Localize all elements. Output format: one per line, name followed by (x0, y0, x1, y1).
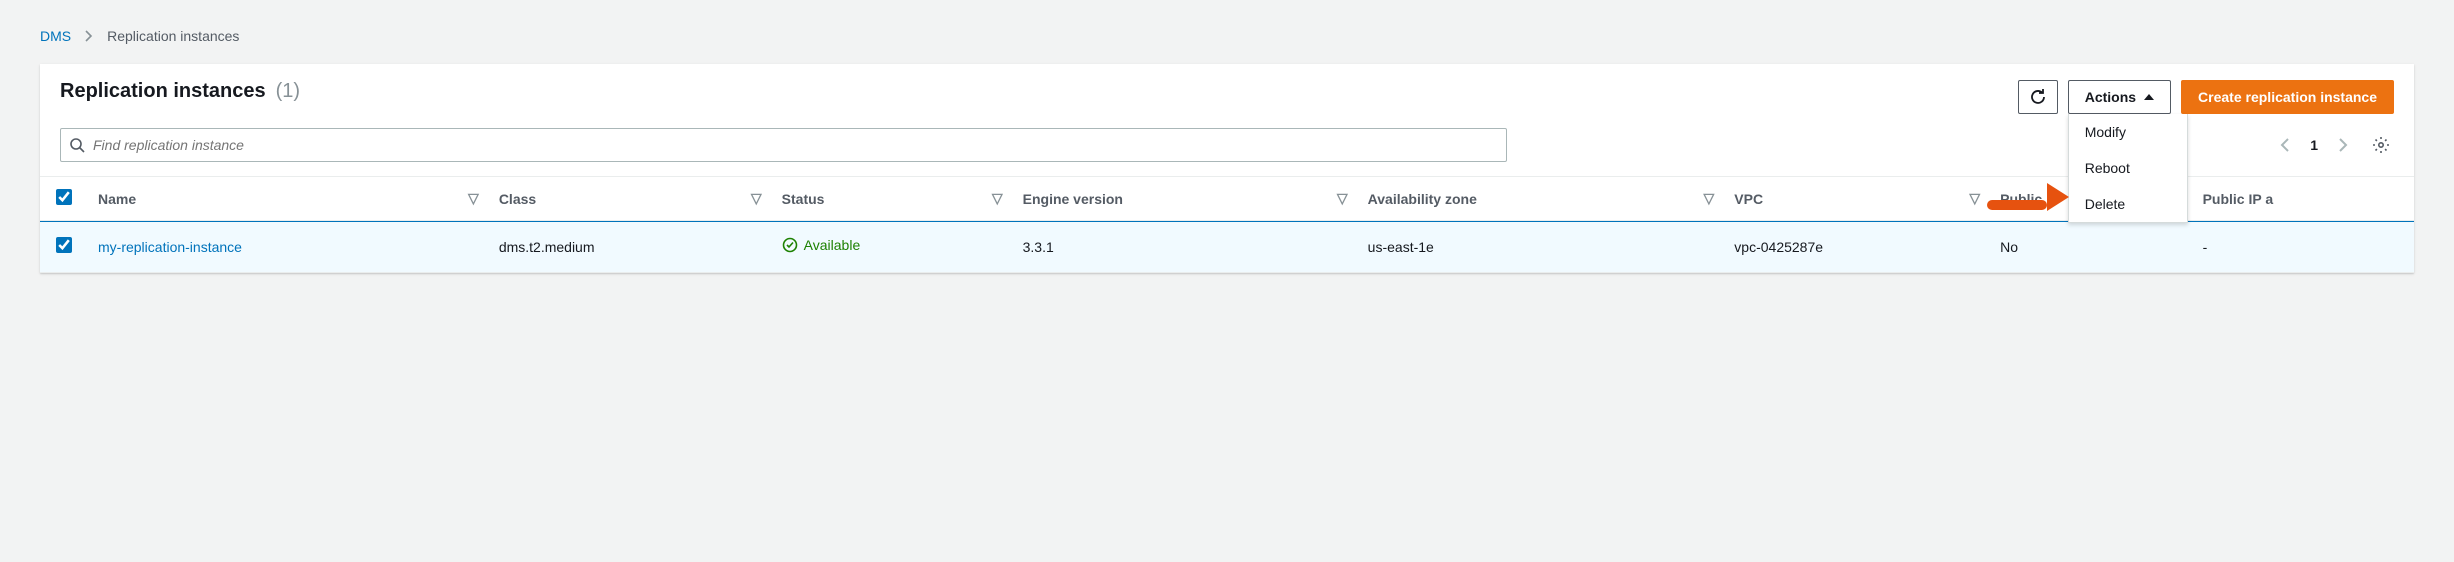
sort-icon: ▽ (992, 190, 1003, 207)
sort-icon: ▽ (1337, 190, 1348, 207)
settings-button[interactable] (2368, 132, 2394, 158)
instances-table: Name ▽ Class ▽ Status ▽ Engine version ▽ Ava… (40, 176, 2414, 273)
actions-label: Actions (2085, 89, 2136, 105)
next-page-button[interactable] (2334, 134, 2352, 156)
col-engine[interactable]: Engine version ▽ (1013, 177, 1358, 221)
status-text: Available (804, 237, 861, 253)
caret-up-icon (2144, 93, 2154, 101)
page-number: 1 (2310, 137, 2318, 153)
col-class[interactable]: Class ▽ (489, 177, 772, 221)
panel: Replication instances (1) Actions (40, 64, 2414, 273)
row-checkbox[interactable] (56, 237, 72, 253)
col-status[interactable]: Status ▽ (772, 177, 1013, 221)
col-az[interactable]: Availability zone ▽ (1358, 177, 1725, 221)
search-box[interactable] (60, 128, 1507, 162)
sort-icon: ▽ (468, 190, 479, 207)
col-label: Public IP a (2203, 191, 2274, 207)
col-label: VPC (1734, 191, 1763, 207)
search-input[interactable] (85, 131, 1498, 159)
cell-class: dms.t2.medium (489, 221, 772, 273)
col-label: Status (782, 191, 825, 207)
col-label: Class (499, 191, 536, 207)
cell-engine: 3.3.1 (1013, 221, 1358, 273)
col-label: Name (98, 191, 136, 207)
status-badge: Available (782, 237, 861, 253)
breadcrumb: DMS Replication instances (0, 20, 2454, 64)
col-ip[interactable]: Public IP a (2193, 177, 2414, 221)
create-label: Create replication instance (2198, 89, 2377, 105)
cell-az: us-east-1e (1358, 221, 1725, 273)
prev-page-button[interactable] (2276, 134, 2294, 156)
sort-icon: ▽ (751, 190, 762, 207)
col-name[interactable]: Name ▽ (88, 177, 489, 221)
header-actions: Actions Modify Reboot Delete (2018, 80, 2394, 114)
action-delete[interactable]: Delete (2069, 186, 2187, 222)
col-label: Engine version (1023, 191, 1123, 207)
search-icon (69, 137, 85, 153)
cell-vpc: vpc-0425287e (1724, 221, 1990, 273)
breadcrumb-current: Replication instances (107, 28, 239, 44)
instance-name-link[interactable]: my-replication-instance (98, 239, 242, 255)
pager: 1 (2276, 132, 2394, 158)
actions-button[interactable]: Actions (2068, 80, 2171, 114)
table-row[interactable]: my-replication-instance dms.t2.medium Av… (40, 221, 2414, 273)
col-label: Public (2000, 191, 2042, 207)
action-reboot[interactable]: Reboot (2069, 150, 2187, 186)
select-all-checkbox[interactable] (56, 189, 72, 205)
refresh-button[interactable] (2018, 80, 2058, 114)
panel-title: Replication instances (60, 80, 266, 103)
sort-icon: ▽ (1969, 190, 1980, 207)
cell-public: No (1990, 221, 2192, 273)
action-modify[interactable]: Modify (2069, 114, 2187, 150)
cell-ip: - (2193, 221, 2414, 273)
create-button[interactable]: Create replication instance (2181, 80, 2394, 114)
check-circle-icon (782, 237, 798, 253)
breadcrumb-root[interactable]: DMS (40, 28, 71, 44)
col-label: Availability zone (1368, 191, 1477, 207)
sort-icon: ▽ (1704, 190, 1715, 207)
refresh-icon (2029, 88, 2047, 106)
col-vpc[interactable]: VPC ▽ (1724, 177, 1990, 221)
chevron-right-icon (85, 30, 93, 42)
actions-dropdown: Modify Reboot Delete (2068, 114, 2188, 223)
panel-count: (1) (276, 80, 300, 103)
